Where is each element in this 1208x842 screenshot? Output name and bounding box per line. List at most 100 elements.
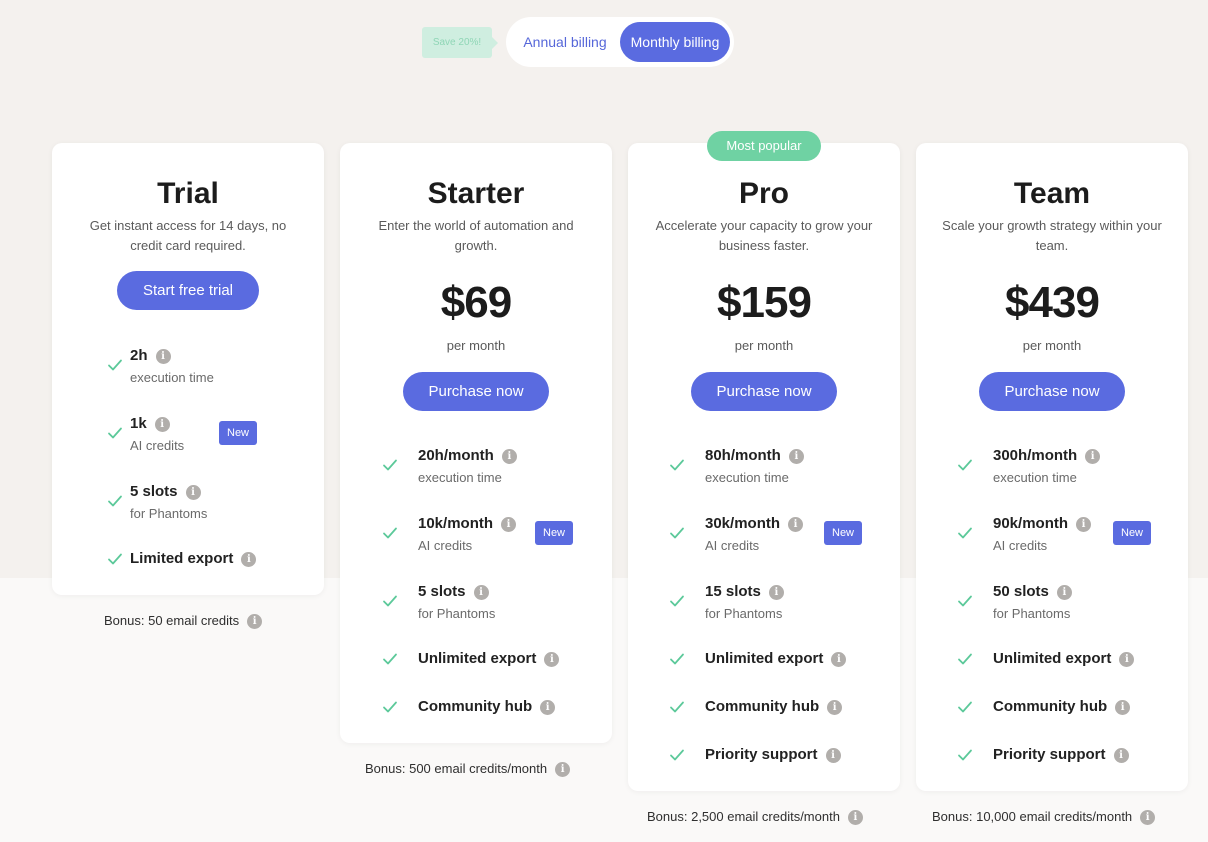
info-icon[interactable]: i [1119, 652, 1135, 667]
info-icon[interactable]: i [555, 762, 571, 777]
check-icon [670, 701, 684, 713]
plan-card-trial: Trial Get instant access for 14 days, no… [52, 143, 324, 595]
save-badge: Save 20%! [422, 27, 498, 58]
info-icon[interactable]: i [768, 585, 784, 600]
feature-label: for Phantoms [130, 506, 208, 521]
info-icon[interactable]: i [1140, 810, 1156, 825]
plan-card-team: Team Scale your growth strategy within y… [916, 143, 1188, 791]
feature-value: 300h/month i [993, 446, 1101, 466]
feature-label: execution time [993, 470, 1077, 485]
check-icon [670, 653, 684, 665]
plan-title: Trial [157, 177, 219, 210]
info-icon[interactable]: i [501, 449, 517, 464]
info-icon[interactable]: i [1085, 449, 1101, 464]
info-icon[interactable]: i [155, 349, 171, 364]
feature-value: Unlimited export i [705, 649, 847, 669]
feature-label: execution time [130, 370, 214, 385]
feature-slots: 5 slots i for Phantoms [340, 581, 612, 631]
info-icon[interactable]: i [825, 748, 841, 763]
bonus-text: Bonus: 50 email credits i [104, 612, 263, 630]
feature-export: Unlimited export i [628, 649, 900, 699]
feature-ai-credits: 10k/month i AI credits New [340, 513, 612, 563]
check-icon [383, 595, 397, 607]
info-icon[interactable]: i [154, 417, 170, 432]
feature-value: 5 slots i [130, 482, 201, 502]
info-icon[interactable]: i [501, 517, 517, 532]
check-icon [108, 359, 122, 371]
info-icon[interactable]: i [1056, 585, 1072, 600]
feature-slots: 15 slots i for Phantoms [628, 581, 900, 631]
monthly-billing-button[interactable]: Monthly billing [620, 22, 730, 62]
feature-value: Community hub i [993, 697, 1131, 717]
check-icon [958, 459, 972, 471]
check-icon [108, 553, 122, 565]
info-icon[interactable]: i [1115, 700, 1131, 715]
feature-value: 5 slots i [418, 582, 489, 602]
feature-priority-support: Priority support i [916, 745, 1188, 795]
info-icon[interactable]: i [241, 552, 257, 567]
check-icon [108, 495, 122, 507]
feature-value: 90k/month i [993, 514, 1092, 534]
feature-label: AI credits [993, 538, 1048, 553]
purchase-now-button[interactable]: Purchase now [979, 372, 1125, 411]
feature-label: for Phantoms [993, 606, 1071, 621]
feature-ai-credits: 30k/month i AI credits New [628, 513, 900, 563]
new-badge: New [824, 521, 863, 545]
plan-description: Accelerate your capacity to grow your bu… [655, 218, 873, 253]
check-icon [958, 527, 972, 539]
price-period: per month [446, 338, 506, 353]
purchase-now-button[interactable]: Purchase now [403, 372, 549, 411]
info-icon[interactable]: i [540, 700, 556, 715]
new-badge: New [1113, 521, 1152, 545]
feature-community-hub: Community hub i [628, 697, 900, 747]
info-icon[interactable]: i [831, 652, 847, 667]
feature-value: Priority support i [705, 745, 841, 765]
feature-community-hub: Community hub i [340, 697, 612, 747]
feature-execution-time: 2h i execution time [52, 345, 324, 395]
feature-value: 80h/month i [705, 446, 804, 466]
purchase-now-button[interactable]: Purchase now [691, 372, 837, 411]
info-icon[interactable]: i [1076, 517, 1092, 532]
price-period: per month [1022, 338, 1082, 353]
feature-export: Unlimited export i [340, 649, 612, 699]
info-icon[interactable]: i [847, 810, 863, 825]
bonus-text: Bonus: 2,500 email credits/month i [647, 808, 863, 826]
feature-value: 50 slots i [993, 582, 1072, 602]
plan-title: Starter [427, 177, 525, 210]
info-icon[interactable]: i [788, 517, 804, 532]
feature-export: Unlimited export i [916, 649, 1188, 699]
feature-value: Unlimited export i [993, 649, 1135, 669]
info-icon[interactable]: i [1113, 748, 1129, 763]
feature-label: for Phantoms [705, 606, 783, 621]
feature-value: Unlimited export i [418, 649, 560, 669]
feature-execution-time: 20h/month i execution time [340, 445, 612, 495]
info-icon[interactable]: i [544, 652, 560, 667]
check-icon [383, 527, 397, 539]
feature-value: Limited export i [130, 549, 257, 569]
check-icon [108, 427, 122, 439]
feature-community-hub: Community hub i [916, 697, 1188, 747]
feature-value: Priority support i [993, 745, 1129, 765]
check-icon [958, 749, 972, 761]
feature-label: AI credits [130, 438, 185, 453]
feature-label: execution time [418, 470, 502, 485]
info-icon[interactable]: i [827, 700, 843, 715]
bonus-text: Bonus: 500 email credits/month i [365, 760, 571, 778]
plan-card-starter: Starter Enter the world of automation an… [340, 143, 612, 743]
feature-value: 2h i [130, 346, 171, 366]
feature-export: Limited export i [52, 549, 324, 599]
annual-billing-button[interactable]: Annual billing [512, 22, 618, 62]
info-icon[interactable]: i [185, 485, 201, 500]
plan-description: Enter the world of automation and growth… [378, 218, 574, 253]
check-icon [383, 653, 397, 665]
info-icon[interactable]: i [473, 585, 489, 600]
most-popular-badge: Most popular [707, 131, 821, 161]
feature-ai-credits: 90k/month i AI credits New [916, 513, 1188, 563]
new-badge: New [535, 521, 574, 545]
feature-value: Community hub i [418, 697, 556, 717]
info-icon[interactable]: i [788, 449, 804, 464]
plan-description: Scale your growth strategy within your t… [942, 218, 1162, 253]
feature-value: 20h/month i [418, 446, 517, 466]
start-free-trial-button[interactable]: Start free trial [117, 271, 259, 310]
info-icon[interactable]: i [247, 614, 263, 629]
